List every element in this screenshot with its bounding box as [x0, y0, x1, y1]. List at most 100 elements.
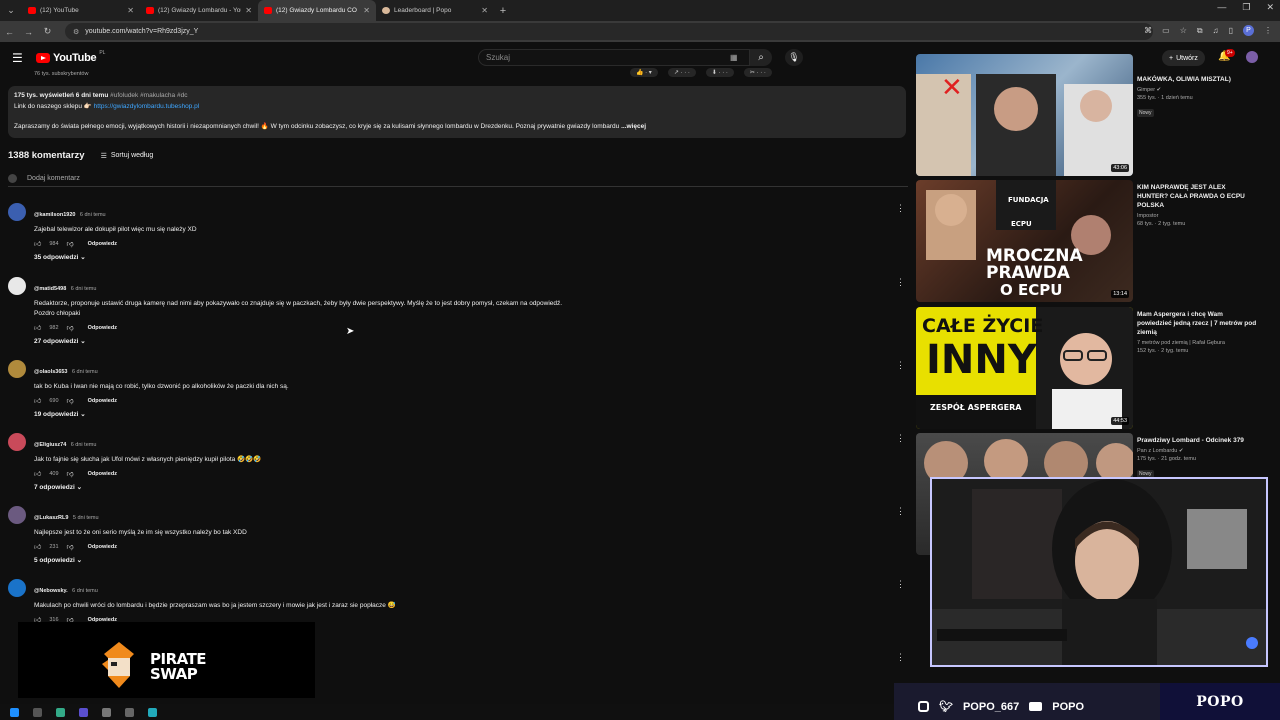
cast-icon[interactable]: ▭: [1162, 26, 1170, 35]
comment-author[interactable]: @olaols3653: [34, 369, 68, 375]
view-replies-button[interactable]: 19 odpowiedzi ⌄: [34, 410, 86, 418]
hashtags[interactable]: #ufoludek #makulacha #dc: [110, 92, 187, 99]
channel-name[interactable]: Pan z Lombardu ✔: [1137, 448, 1257, 454]
taskbar-app-icon[interactable]: [33, 707, 42, 717]
channel-name[interactable]: Gimper ✔: [1137, 87, 1257, 93]
comment-author[interactable]: @kamilson1920: [34, 212, 75, 218]
reply-button[interactable]: Odpowiedz: [88, 471, 117, 477]
menu-icon[interactable]: ☰: [12, 51, 23, 65]
recommended-video[interactable]: CAŁE ŻYCIE INNY ZESPÓŁ ASPERGERA 44:53 M…: [916, 307, 1256, 429]
voice-search-button[interactable]: 🎙: [785, 49, 803, 66]
video-description[interactable]: 175 tys. wyświetleń 6 dni temu #ufoludek…: [8, 86, 906, 138]
channel-name[interactable]: 7 metrów pod ziemią | Rafał Gębura: [1137, 340, 1257, 346]
dislike-icon[interactable]: 👎︎: [67, 239, 74, 248]
reload-icon[interactable]: ↻: [38, 26, 57, 37]
comment-menu-icon[interactable]: ⋮: [896, 203, 905, 214]
minimize-icon[interactable]: —: [1217, 2, 1226, 13]
extensions-icon[interactable]: ⧉: [1197, 26, 1203, 36]
video-title[interactable]: Mam Aspergera i chcę Wam powiedzieć jedn…: [1137, 310, 1257, 337]
taskbar-app-icon[interactable]: [79, 707, 88, 717]
tab-close-icon[interactable]: ✕: [127, 6, 134, 15]
media-icon[interactable]: ♫: [1213, 26, 1219, 35]
view-replies-button[interactable]: 35 odpowiedzi ⌄: [34, 253, 86, 261]
comment-author[interactable]: @LukaszRL9: [34, 515, 68, 521]
taskbar-app-icon[interactable]: [102, 707, 111, 717]
sort-button[interactable]: ☰ Sortuj według: [101, 152, 154, 160]
maximize-icon[interactable]: ❐: [1242, 2, 1250, 13]
reply-button[interactable]: Odpowiedz: [88, 544, 117, 550]
new-tab-icon[interactable]: +: [494, 5, 512, 17]
tab-close-icon[interactable]: ✕: [245, 6, 252, 15]
commenter-avatar[interactable]: [8, 360, 26, 378]
comment-time[interactable]: 6 dni temu: [80, 212, 106, 218]
browser-tab-active[interactable]: (12) Gwiazdy Lombardu CO DA ✕: [258, 0, 376, 21]
comment-menu-icon[interactable]: ⋮: [896, 506, 905, 517]
like-icon[interactable]: 👍︎: [34, 239, 41, 248]
taskbar-app-icon[interactable]: [125, 707, 134, 717]
comment-author[interactable]: @Nebowsky.: [34, 588, 68, 594]
video-thumbnail[interactable]: FUNDACJA ECPU MROCZNA PRAWDA O ECPU 13:1…: [916, 180, 1133, 302]
comment-time[interactable]: 5 dni temu: [73, 515, 99, 521]
comment-time[interactable]: 6 dni temu: [72, 369, 98, 375]
reply-button[interactable]: Odpowiedz: [88, 325, 117, 331]
channel-name[interactable]: Impostor: [1137, 213, 1257, 219]
commenter-avatar[interactable]: [8, 203, 26, 221]
comment-menu-icon[interactable]: ⋮: [896, 360, 905, 371]
taskbar-app-icon[interactable]: [148, 707, 157, 717]
view-replies-button[interactable]: 7 odpowiedzi ⌄: [34, 483, 82, 491]
video-title[interactable]: KIM NAPRAWDĘ JEST ALEX HUNTER? CAŁA PRAW…: [1137, 183, 1257, 210]
search-button[interactable]: ⌕: [750, 49, 772, 66]
tab-close-icon[interactable]: ✕: [481, 6, 488, 15]
shop-link[interactable]: https://gwiazdylombardu.tubeshop.pl: [94, 103, 200, 110]
recommended-video[interactable]: ✕ 43:06 MAKÓWKA, OLIWIA MISZTAL) Gimper …: [916, 54, 1257, 176]
youtube-logo[interactable]: YouTube PL: [36, 50, 105, 64]
share-button[interactable]: ↗ · · ·: [667, 68, 696, 77]
video-title[interactable]: MAKÓWKA, OLIWIA MISZTAL): [1137, 75, 1257, 84]
like-icon[interactable]: 👍︎: [34, 469, 41, 478]
sidebar-icon[interactable]: ▯: [1229, 26, 1233, 35]
commenter-avatar[interactable]: [8, 579, 26, 597]
video-thumbnail[interactable]: ✕ 43:06: [916, 54, 1133, 176]
view-replies-button[interactable]: 27 odpowiedzi ⌄: [34, 337, 86, 345]
back-icon[interactable]: ←: [0, 27, 19, 37]
profile-avatar[interactable]: P: [1243, 25, 1254, 36]
recommended-video[interactable]: FUNDACJA ECPU MROCZNA PRAWDA O ECPU 13:1…: [916, 180, 1256, 302]
translate-icon[interactable]: ⌘: [1144, 26, 1152, 35]
comment-time[interactable]: 6 dni temu: [71, 286, 97, 292]
comment-menu-icon[interactable]: ⋮: [896, 652, 905, 663]
dislike-icon[interactable]: 👎︎: [67, 542, 74, 551]
browser-tab[interactable]: (12) Gwiazdy Lombardu - YouTube ✕: [140, 0, 258, 21]
forward-icon[interactable]: →: [19, 27, 38, 37]
show-more-link[interactable]: ...więcej: [621, 123, 646, 130]
commenter-avatar[interactable]: [8, 506, 26, 524]
reply-button[interactable]: Odpowiedz: [88, 398, 117, 404]
clip-button[interactable]: ✂ · · ·: [743, 68, 772, 77]
dislike-icon[interactable]: 👎︎: [67, 469, 74, 478]
reply-button[interactable]: Odpowiedz: [88, 241, 117, 247]
keyboard-icon[interactable]: ▦: [730, 53, 738, 62]
dislike-icon[interactable]: 👎︎: [67, 396, 74, 405]
commenter-avatar[interactable]: [8, 277, 26, 295]
add-comment-field[interactable]: Dodaj komentarz: [8, 174, 908, 187]
video-thumbnail[interactable]: CAŁE ŻYCIE INNY ZESPÓŁ ASPERGERA 44:53: [916, 307, 1133, 429]
comment-menu-icon[interactable]: ⋮: [896, 277, 905, 288]
search-input[interactable]: Szukaj: [478, 49, 750, 66]
like-icon[interactable]: 👍︎: [34, 323, 41, 332]
tab-close-icon[interactable]: ✕: [363, 6, 370, 15]
create-button[interactable]: + Utwórz: [1162, 50, 1205, 66]
like-button[interactable]: 👍 · ▾: [630, 68, 658, 77]
comment-time[interactable]: 6 dni temu: [71, 442, 97, 448]
commenter-avatar[interactable]: [8, 433, 26, 451]
like-icon[interactable]: 👍︎: [34, 396, 41, 405]
comment-author[interactable]: @Eligiusz74: [34, 442, 66, 448]
comment-menu-icon[interactable]: ⋮: [896, 579, 905, 590]
browser-menu-icon[interactable]: ⋮: [1264, 26, 1272, 35]
url-input[interactable]: ⚙ youtube.com/watch?v=Rh9zd3jzy_Y: [65, 23, 1153, 40]
comment-menu-icon[interactable]: ⋮: [896, 433, 905, 444]
dislike-icon[interactable]: 👎︎: [67, 323, 74, 332]
browser-tab[interactable]: Leaderboard | Popo ✕: [376, 0, 494, 21]
taskbar-app-icon[interactable]: [56, 707, 65, 717]
browser-tab[interactable]: (12) YouTube ✕: [22, 0, 140, 21]
tab-search-icon[interactable]: ⌄: [0, 0, 22, 21]
account-avatar[interactable]: [1246, 51, 1258, 63]
